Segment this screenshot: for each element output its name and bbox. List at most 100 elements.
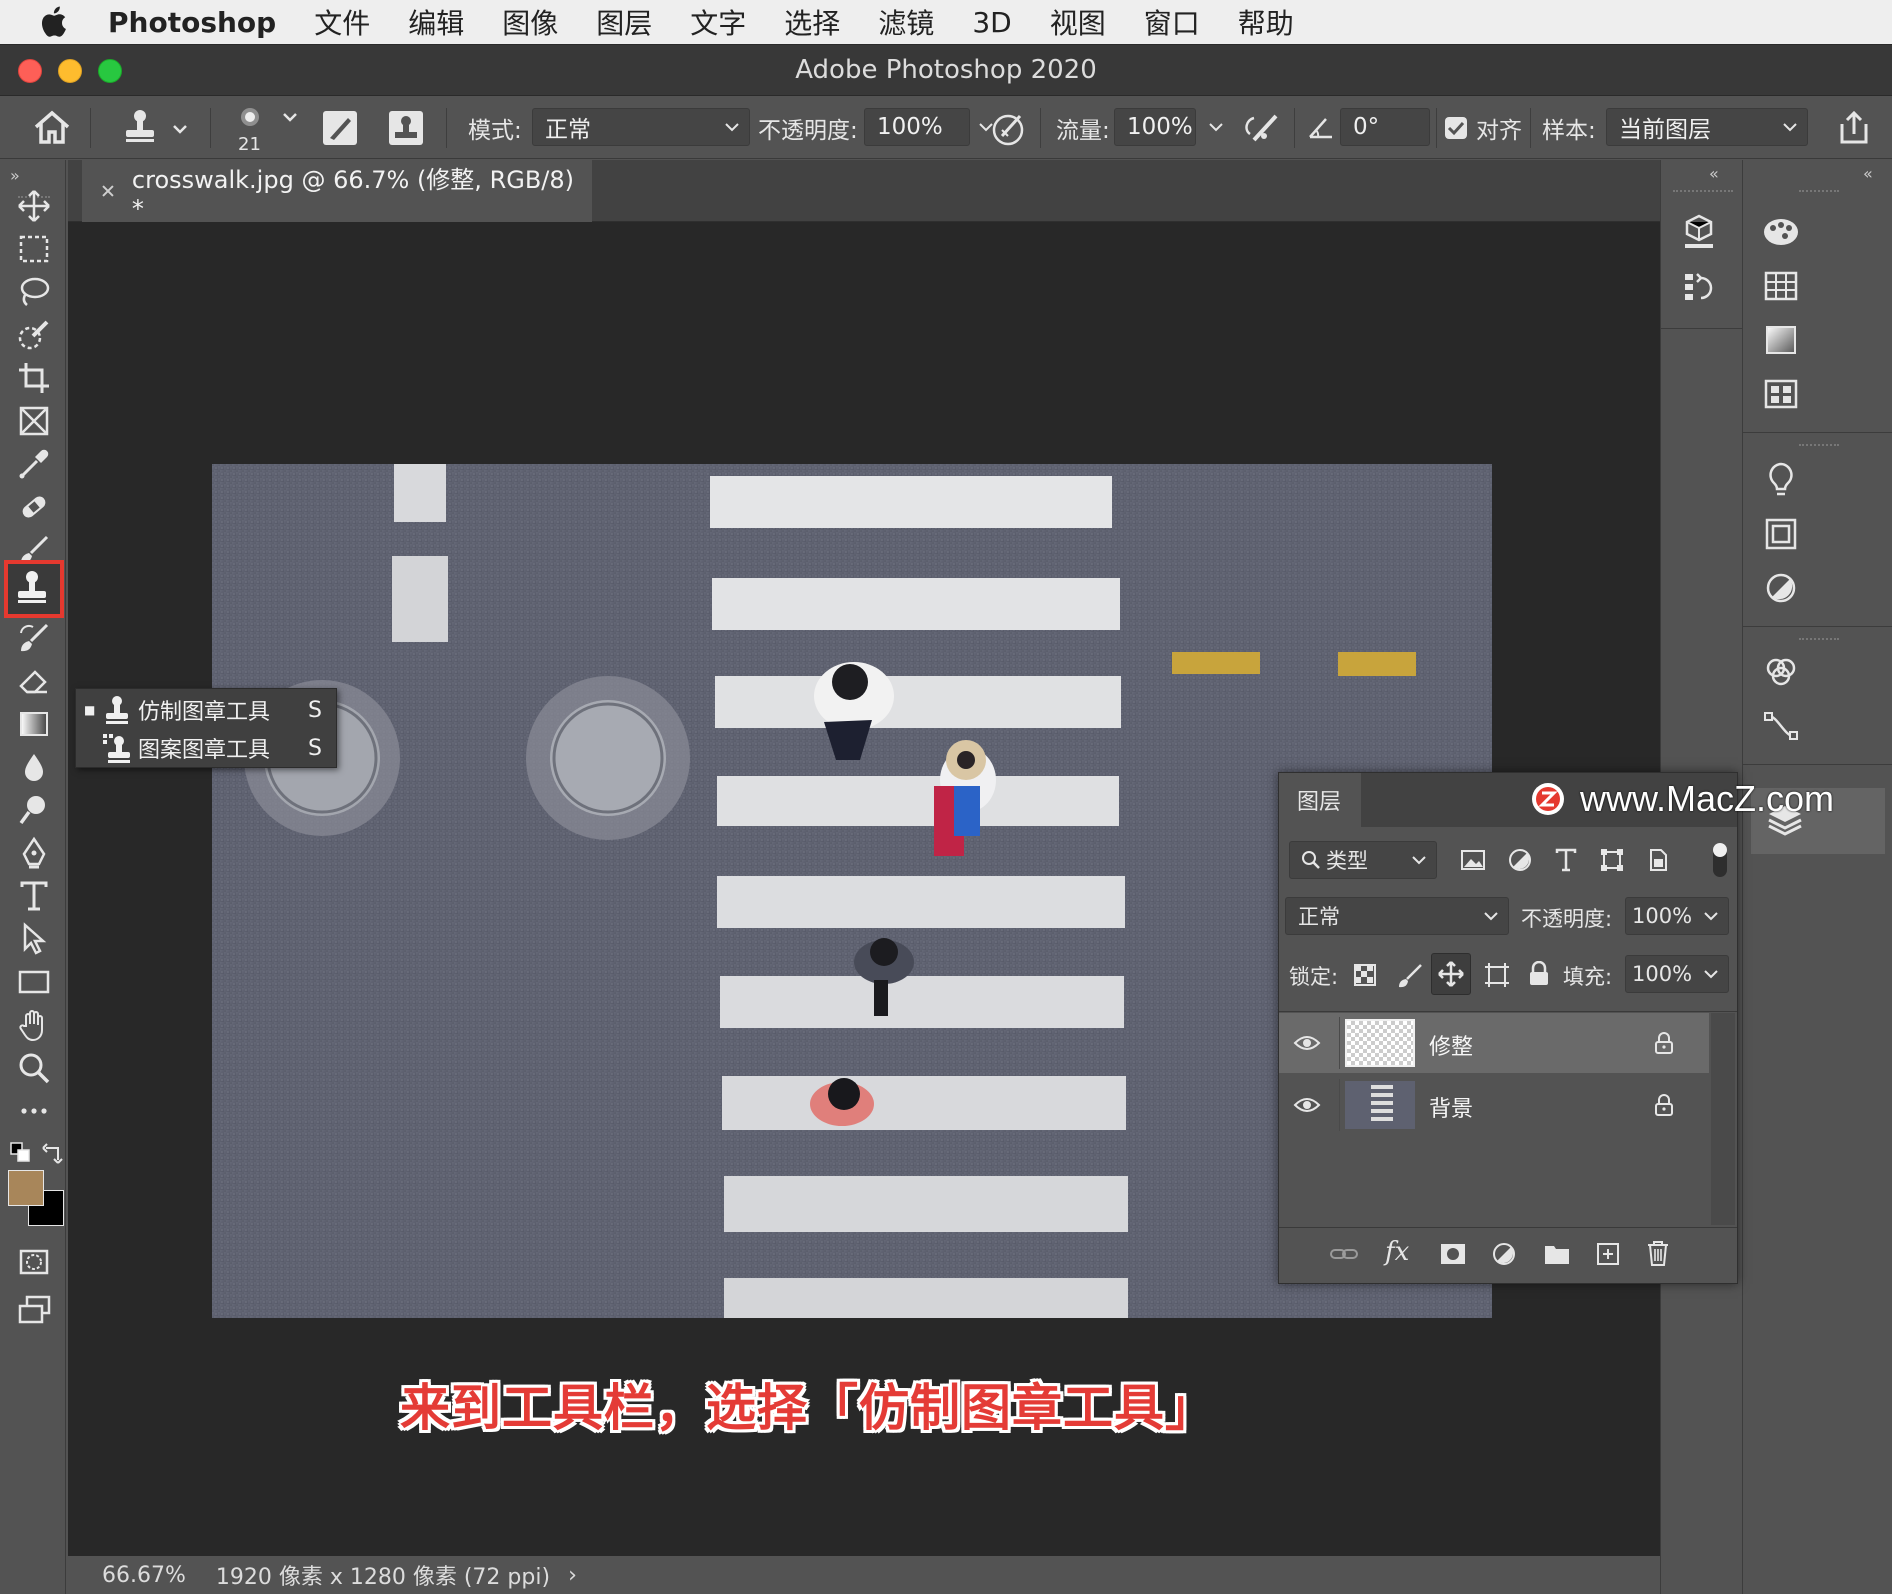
- eraser-tool-icon[interactable]: [10, 659, 58, 703]
- blur-tool-icon[interactable]: [10, 745, 58, 789]
- zoom-level[interactable]: 66.67%: [102, 1563, 186, 1588]
- lasso-tool-icon[interactable]: [10, 270, 58, 314]
- eyedropper-tool-icon[interactable]: [10, 442, 58, 486]
- move-tool-icon[interactable]: [10, 184, 58, 228]
- menu-select[interactable]: 选择: [784, 2, 840, 42]
- menu-type[interactable]: 文字: [690, 2, 746, 42]
- menu-filter[interactable]: 滤镜: [878, 2, 934, 42]
- clone-stamp-tool-item[interactable]: ■ 仿制图章工具 S: [76, 691, 336, 729]
- menu-3d[interactable]: 3D: [972, 6, 1011, 39]
- opacity-input[interactable]: 100%: [864, 108, 993, 146]
- new-adjustment-layer-icon[interactable]: [1491, 1241, 1519, 1269]
- add-mask-icon[interactable]: [1439, 1241, 1467, 1267]
- paths-panel-icon[interactable]: [1763, 708, 1799, 744]
- menu-edit[interactable]: 编辑: [408, 2, 464, 42]
- lock-position-icon[interactable]: [1431, 953, 1471, 995]
- adjustments-panel-icon[interactable]: [1763, 570, 1799, 606]
- chevron-down-icon[interactable]: [1702, 907, 1720, 925]
- filter-pixel-icon[interactable]: [1459, 847, 1487, 873]
- foreground-color-swatch[interactable]: [8, 1170, 44, 1206]
- menu-layer[interactable]: 图层: [596, 2, 652, 42]
- path-selection-tool-icon[interactable]: [10, 917, 58, 961]
- menu-file[interactable]: 文件: [314, 2, 370, 42]
- libraries-panel-icon[interactable]: [1763, 516, 1799, 552]
- filter-type-icon[interactable]: [1553, 847, 1579, 873]
- frame-tool-icon[interactable]: [10, 399, 58, 443]
- collapse-panel-icon[interactable]: »: [10, 166, 20, 185]
- pressure-opacity-icon[interactable]: [990, 96, 1030, 159]
- layers-scrollbar[interactable]: [1711, 1013, 1735, 1225]
- quick-mask-icon[interactable]: [10, 1240, 58, 1284]
- dodge-tool-icon[interactable]: [10, 788, 58, 832]
- delete-layer-icon[interactable]: [1645, 1239, 1671, 1267]
- rectangle-tool-icon[interactable]: [10, 960, 58, 1004]
- mode-select[interactable]: 正常: [532, 108, 750, 146]
- screen-mode-icon[interactable]: [10, 1288, 58, 1332]
- menu-image[interactable]: 图像: [502, 2, 558, 42]
- app-menu[interactable]: Photoshop: [108, 6, 276, 39]
- fx-icon[interactable]: fx: [1385, 1237, 1409, 1267]
- home-icon[interactable]: [32, 96, 72, 159]
- link-layers-icon[interactable]: [1329, 1241, 1359, 1267]
- lock-image-pixels-icon[interactable]: [1397, 963, 1423, 989]
- lock-all-icon[interactable]: [1527, 961, 1551, 987]
- type-tool-icon[interactable]: [10, 874, 58, 918]
- menu-view[interactable]: 视图: [1050, 2, 1106, 42]
- history-panel-icon[interactable]: [1679, 268, 1719, 308]
- learn-panel-icon[interactable]: [1763, 460, 1799, 500]
- swap-colors-icon[interactable]: [42, 1140, 66, 1164]
- layer-name[interactable]: 背景: [1429, 1091, 1473, 1123]
- more-tools-icon[interactable]: [10, 1089, 58, 1133]
- airbrush-icon[interactable]: [1240, 96, 1282, 159]
- gradient-tool-icon[interactable]: [10, 702, 58, 746]
- new-group-icon[interactable]: [1543, 1241, 1571, 1267]
- layer-opacity-input[interactable]: 100%: [1625, 897, 1729, 935]
- marquee-tool-icon[interactable]: [10, 227, 58, 271]
- share-icon[interactable]: [1836, 96, 1872, 159]
- patterns-panel-icon[interactable]: [1763, 376, 1799, 412]
- document-tab[interactable]: crosswalk.jpg @ 66.7% (修整, RGB/8) *: [82, 160, 592, 223]
- chevron-down-icon[interactable]: [1207, 118, 1225, 136]
- gradients-panel-icon[interactable]: [1763, 322, 1799, 358]
- layer-name[interactable]: 修整: [1429, 1029, 1473, 1061]
- layers-tab[interactable]: 图层: [1279, 773, 1361, 827]
- eye-icon[interactable]: [1293, 1095, 1321, 1115]
- chevron-right-icon[interactable]: ›: [568, 1563, 577, 1588]
- blend-mode-select[interactable]: 正常: [1285, 897, 1509, 935]
- collapse-dock-icon[interactable]: «: [1709, 164, 1719, 183]
- filter-kind-select[interactable]: 类型: [1289, 841, 1437, 879]
- hand-tool-icon[interactable]: [10, 1003, 58, 1047]
- chevron-down-icon[interactable]: [1702, 965, 1720, 983]
- pen-tool-icon[interactable]: [10, 831, 58, 875]
- eye-icon[interactable]: [1293, 1033, 1321, 1053]
- layer-row[interactable]: 背景: [1279, 1075, 1709, 1135]
- aligned-checkbox[interactable]: 对齐: [1444, 96, 1522, 159]
- menu-help[interactable]: 帮助: [1238, 2, 1294, 42]
- quick-selection-tool-icon[interactable]: [10, 313, 58, 357]
- swatches-panel-icon[interactable]: [1763, 268, 1799, 304]
- clone-stamp-tool-button[interactable]: [4, 560, 64, 618]
- history-brush-tool-icon[interactable]: [10, 616, 58, 660]
- flow-input[interactable]: 100%: [1114, 108, 1223, 146]
- crop-tool-icon[interactable]: [10, 356, 58, 400]
- apple-icon[interactable]: [38, 0, 94, 44]
- brush-settings-icon[interactable]: [320, 96, 360, 159]
- close-tab-icon[interactable]: [98, 181, 118, 201]
- 3d-panel-icon[interactable]: [1679, 212, 1719, 252]
- layer-row[interactable]: 修整: [1279, 1013, 1709, 1073]
- tool-preset-picker[interactable]: [118, 96, 188, 159]
- lock-transparent-pixels-icon[interactable]: [1353, 963, 1377, 987]
- healing-brush-tool-icon[interactable]: [10, 485, 58, 529]
- zoom-tool-icon[interactable]: [10, 1046, 58, 1090]
- default-colors-icon[interactable]: [10, 1142, 32, 1164]
- filter-shape-icon[interactable]: [1599, 847, 1625, 873]
- angle-input[interactable]: 0°: [1340, 108, 1430, 146]
- menu-window[interactable]: 窗口: [1144, 2, 1200, 42]
- new-layer-icon[interactable]: [1595, 1241, 1621, 1267]
- sample-select[interactable]: 当前图层: [1606, 108, 1808, 146]
- collapse-dock-icon[interactable]: «: [1863, 164, 1873, 183]
- pattern-stamp-tool-item[interactable]: 图案图章工具 S: [76, 729, 336, 767]
- filter-toggle-switch[interactable]: [1713, 843, 1727, 877]
- brush-size-picker[interactable]: 21: [232, 104, 302, 156]
- channels-panel-icon[interactable]: [1763, 654, 1799, 690]
